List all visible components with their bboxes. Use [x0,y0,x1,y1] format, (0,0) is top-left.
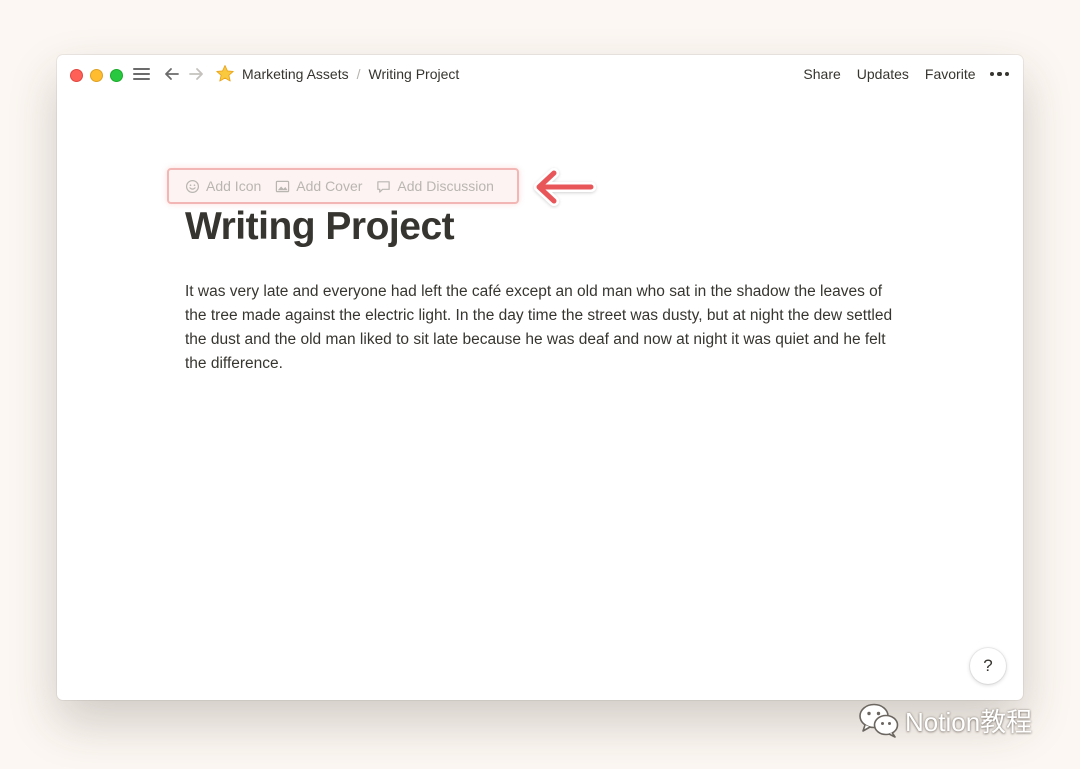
title-bar: Marketing Assets / Writing Project Share… [57,55,1023,93]
help-button[interactable]: ? [970,648,1006,684]
sidebar-menu-icon[interactable] [133,66,150,82]
maximize-window-button[interactable] [110,69,123,82]
image-icon [276,180,290,192]
add-cover-label: Add Cover [296,178,363,194]
wechat-icon [859,703,899,738]
pointer-arrow-icon [534,168,596,206]
breadcrumb-separator: / [356,66,361,82]
breadcrumb: Marketing Assets / Writing Project [215,64,459,84]
watermark: Notion教程 [857,700,1032,740]
add-cover-button[interactable]: Add Cover [275,178,362,194]
body-paragraph[interactable]: It was very late and everyone had left t… [185,280,905,376]
breadcrumb-item-marketing-assets[interactable]: Marketing Assets [242,66,349,82]
more-icon[interactable] [989,71,1009,77]
add-discussion-label: Add Discussion [397,178,494,194]
forward-arrow-icon[interactable] [187,65,205,83]
star-icon [216,65,234,82]
back-arrow-icon[interactable] [163,65,181,83]
favorite-button[interactable]: Favorite [925,66,976,82]
app-window: Marketing Assets / Writing Project Share… [57,55,1023,700]
breadcrumb-item-writing-project[interactable]: Writing Project [369,66,460,82]
add-icon-button[interactable]: Add Icon [185,178,261,194]
share-button[interactable]: Share [803,66,840,82]
smiley-icon [185,179,200,193]
updates-button[interactable]: Updates [857,66,909,82]
add-discussion-button[interactable]: Add Discussion [376,178,494,194]
close-window-button[interactable] [70,69,83,82]
page-title[interactable]: Writing Project [185,205,455,249]
watermark-text: Notion教程 [905,706,1033,737]
comment-icon [377,180,391,193]
add-icon-label: Add Icon [206,178,262,194]
top-actions: Share Updates Favorite [787,64,1009,84]
minimize-window-button[interactable] [90,69,103,82]
page-controls-highlight: Add Icon Add Cover Add Discussion [167,168,519,204]
